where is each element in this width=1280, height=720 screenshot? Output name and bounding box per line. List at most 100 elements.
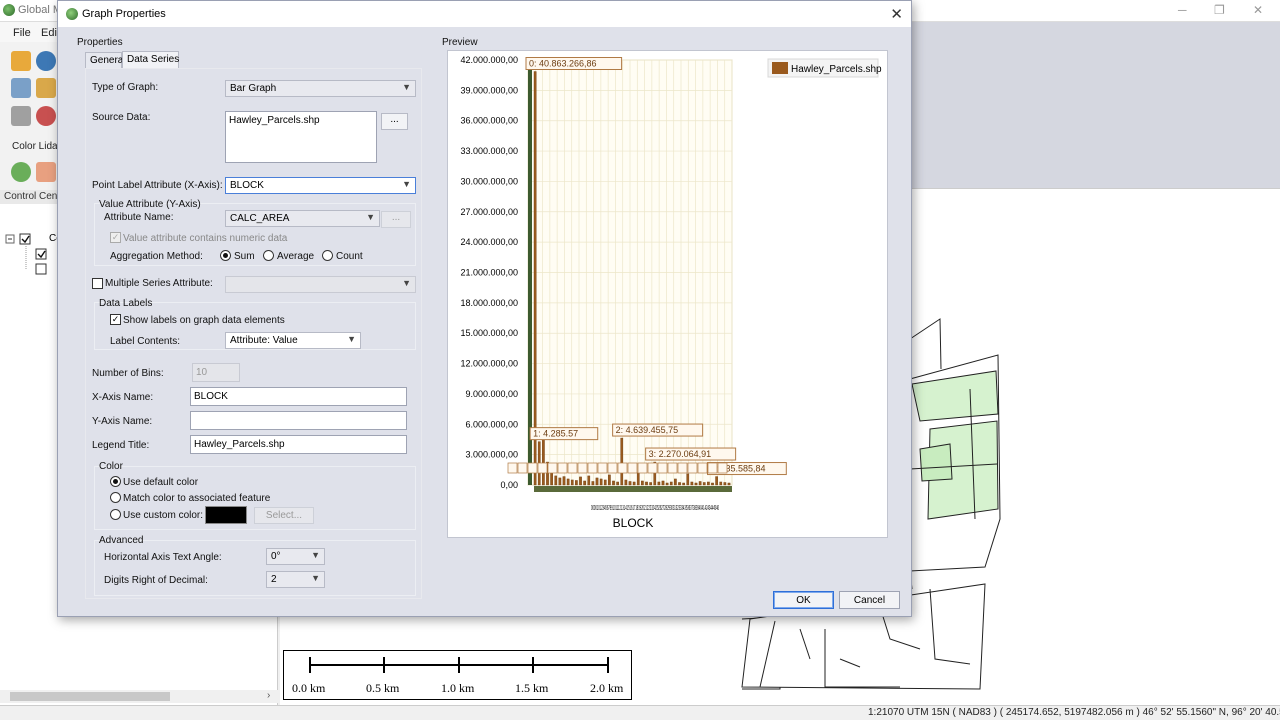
scale-label: 0.0 km [292, 681, 326, 695]
scroll-right-icon[interactable]: › [267, 690, 270, 701]
data-label-box [527, 462, 538, 474]
maximize-icon[interactable]: ❐ [1214, 3, 1225, 17]
stop-icon[interactable] [36, 162, 56, 182]
bar [570, 479, 574, 486]
data-label-box [577, 462, 588, 474]
numeric-data-checkbox[interactable]: ✓ [110, 232, 121, 243]
globe-icon[interactable] [36, 51, 56, 71]
type-of-graph-select[interactable]: Bar Graph ▼ [225, 80, 416, 97]
dialog-titlebar[interactable]: Graph Properties ✕ [58, 1, 911, 27]
y-ticks: 0,00 3.000.000,00 6.000.000,00 9.000.000,00… [460, 55, 518, 490]
bar [698, 481, 702, 486]
y-axis-name-input[interactable] [190, 411, 407, 430]
bar [599, 478, 603, 486]
scrollbar-thumb[interactable] [10, 692, 170, 701]
aggregation-count-radio[interactable] [322, 250, 333, 261]
bar [533, 71, 537, 486]
multiple-series-select[interactable]: ▼ [225, 276, 416, 293]
show-labels-checkbox[interactable]: ✓ [110, 314, 121, 325]
preview-group-label: Preview [442, 37, 478, 48]
data-label-box [557, 462, 568, 474]
data-label-box [637, 462, 648, 474]
data-label-box [647, 462, 658, 474]
data-label-text: 3: 2.270.064,91 [649, 449, 712, 459]
data-label: 2: 4.639.455,75 [612, 423, 704, 437]
app-logo-icon [3, 4, 15, 16]
bar [632, 481, 636, 486]
cancel-button[interactable]: Cancel [839, 591, 900, 609]
color-group-label: Color [99, 461, 123, 472]
source-browse-button[interactable]: ... [381, 113, 408, 130]
play-icon[interactable] [11, 162, 31, 182]
digits-select[interactable]: 2 ▼ [266, 571, 325, 588]
data-label-box [547, 462, 558, 474]
source-data-label: Source Data: [92, 112, 151, 123]
x-axis-strip [534, 486, 732, 492]
select-color-button[interactable]: Select... [254, 507, 314, 524]
tab-general[interactable]: General [85, 52, 126, 68]
default-color-label: Use default color [123, 477, 199, 488]
point-label-attr-select[interactable]: BLOCK ▼ [225, 177, 416, 194]
multiple-series-checkbox[interactable] [92, 278, 103, 289]
tab-data-series[interactable]: Data Series [122, 51, 179, 68]
custom-color-radio[interactable] [110, 509, 121, 520]
menu-edit[interactable]: Edi [41, 27, 57, 39]
open-folder-icon[interactable] [11, 51, 31, 71]
number-of-bins-input[interactable]: 10 [192, 363, 240, 382]
target-icon[interactable] [36, 106, 56, 126]
default-color-radio[interactable] [110, 476, 121, 487]
bar [566, 478, 570, 486]
app-close-icon[interactable]: ✕ [1253, 3, 1263, 17]
bar [711, 482, 714, 486]
x-axis-name-input[interactable]: BLOCK [190, 387, 407, 406]
bar [554, 475, 558, 486]
attribute-name-select[interactable]: CALC_AREA ▼ [225, 210, 380, 227]
chevron-down-icon: ▼ [311, 573, 320, 583]
bar [719, 481, 723, 486]
data-label-box [587, 462, 598, 474]
attribute-browse-button[interactable]: ... [381, 211, 411, 228]
bar [620, 437, 624, 486]
data-label-box [707, 462, 718, 474]
label-contents-select[interactable]: Attribute: Value ▼ [225, 332, 361, 349]
point-label-attr-value: BLOCK [230, 180, 264, 191]
layout-icon[interactable] [11, 78, 31, 98]
show-labels-label: Show labels on graph data elements [123, 315, 285, 326]
source-data-item[interactable]: Hawley_Parcels.shp [229, 115, 320, 126]
legend-label: Hawley_Parcels.shp [791, 64, 882, 75]
legend-title-input[interactable]: Hawley_Parcels.shp [190, 435, 407, 454]
bar [727, 482, 731, 486]
toolbar-background [912, 22, 1280, 188]
legend: Hawley_Parcels.shp [767, 58, 882, 78]
h-axis-angle-select[interactable]: 0° ▼ [266, 548, 325, 565]
app-menubar: File Edi [0, 22, 60, 42]
bar [583, 480, 586, 486]
custom-color-swatch[interactable] [205, 506, 247, 524]
menu-file[interactable]: File [13, 27, 31, 39]
chevron-down-icon: ▼ [366, 212, 375, 222]
pointer-tool-icon[interactable] [36, 78, 56, 98]
aggregation-sum-radio[interactable] [220, 250, 231, 261]
data-label-box [567, 462, 578, 474]
bar [702, 482, 706, 486]
scale-label: 0.5 km [366, 681, 400, 695]
data-label-box [517, 462, 528, 474]
data-label-box [507, 462, 518, 474]
measure-icon[interactable] [11, 106, 31, 126]
horizontal-scrollbar[interactable]: › [0, 690, 278, 703]
bar [591, 481, 595, 486]
match-color-radio[interactable] [110, 492, 121, 503]
bar [694, 482, 698, 486]
source-data-list[interactable]: Hawley_Parcels.shp [225, 111, 377, 163]
minimize-icon[interactable]: ─ [1178, 3, 1187, 17]
aggregation-average-radio[interactable] [263, 250, 274, 261]
y-tick-label: 21.000.000,00 [460, 268, 518, 278]
ok-button[interactable]: OK [773, 591, 834, 609]
data-label-box [657, 462, 668, 474]
number-of-bins-label: Number of Bins: [92, 368, 164, 379]
chevron-down-icon: ▼ [311, 550, 320, 560]
y-tick-label: 27.000.000,00 [460, 207, 518, 217]
y-tick-label: 42.000.000,00 [460, 55, 518, 65]
close-icon[interactable]: ✕ [890, 5, 903, 23]
match-color-label: Match color to associated feature [123, 493, 271, 504]
